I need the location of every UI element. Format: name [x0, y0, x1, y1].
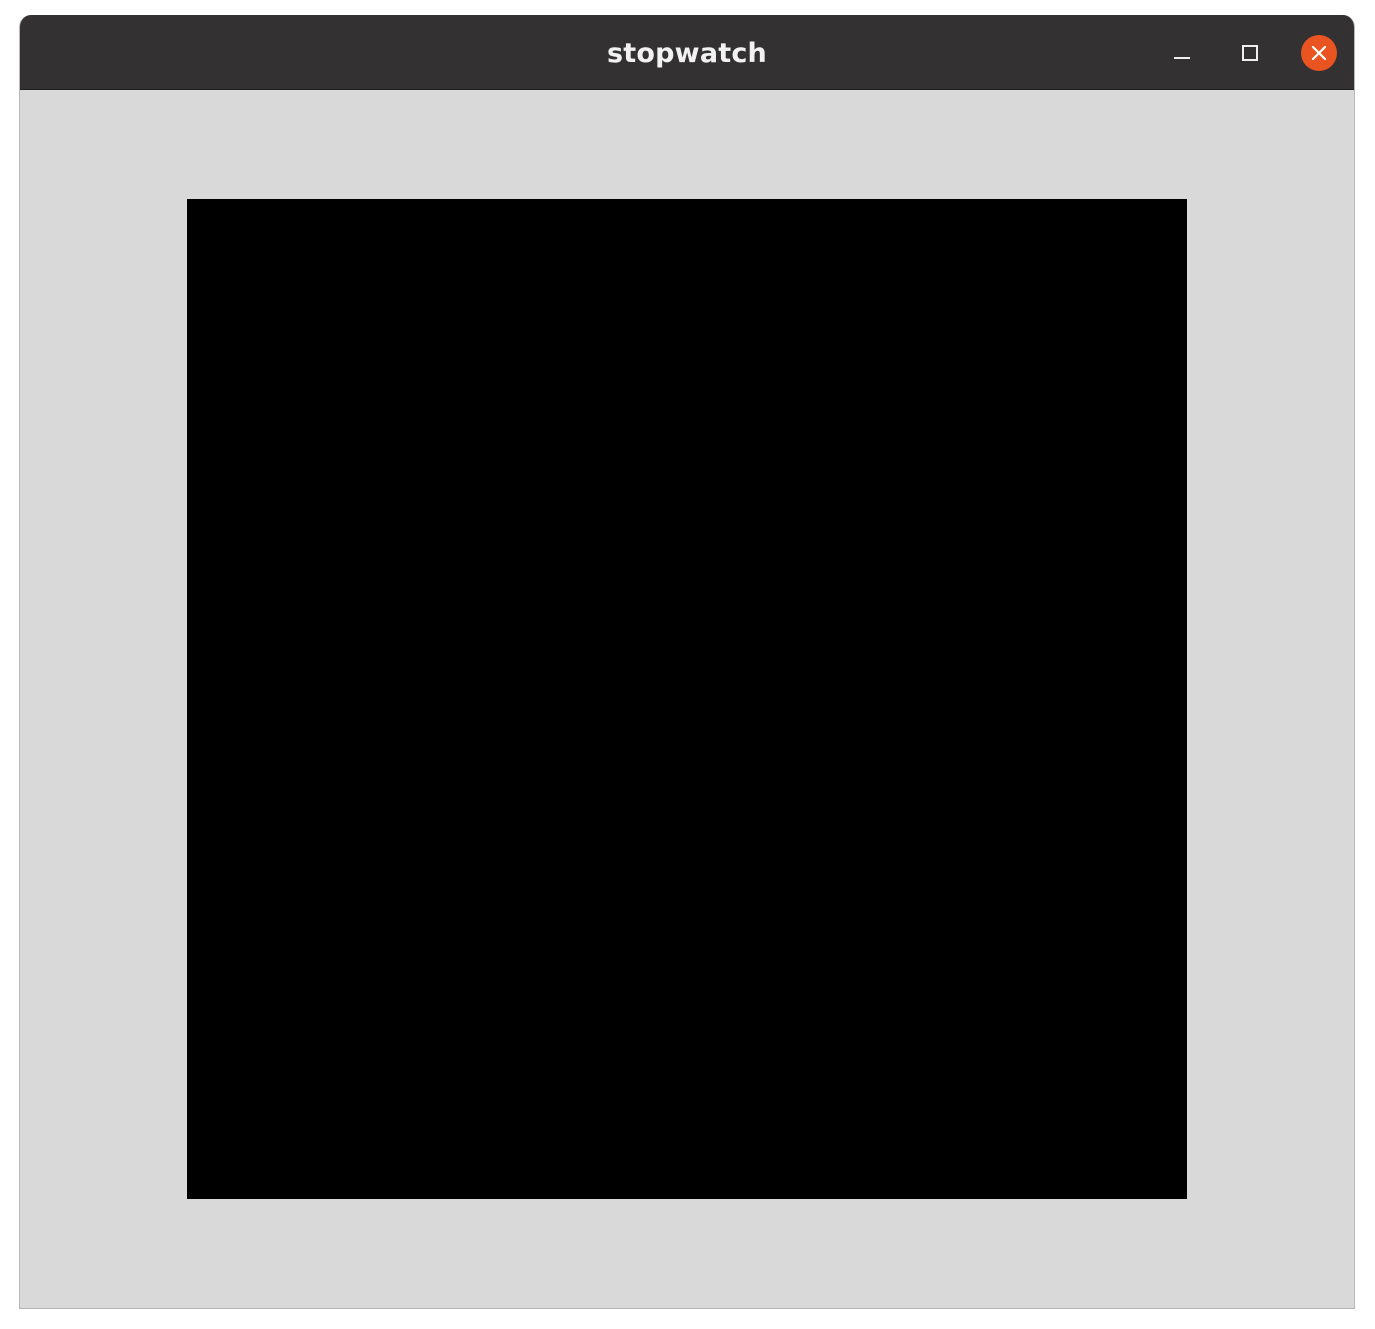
stopwatch-canvas[interactable] — [187, 199, 1187, 1199]
close-button[interactable] — [1300, 34, 1338, 72]
window-title: stopwatch — [607, 38, 767, 69]
maximize-icon — [1242, 45, 1258, 61]
minimize-button[interactable] — [1163, 34, 1201, 72]
window-content — [20, 90, 1354, 1308]
app-window: stopwatch — [19, 15, 1355, 1309]
title-bar[interactable]: stopwatch — [20, 15, 1354, 90]
maximize-button[interactable] — [1231, 34, 1269, 72]
close-icon — [1301, 35, 1337, 71]
minimize-icon — [1174, 57, 1190, 59]
